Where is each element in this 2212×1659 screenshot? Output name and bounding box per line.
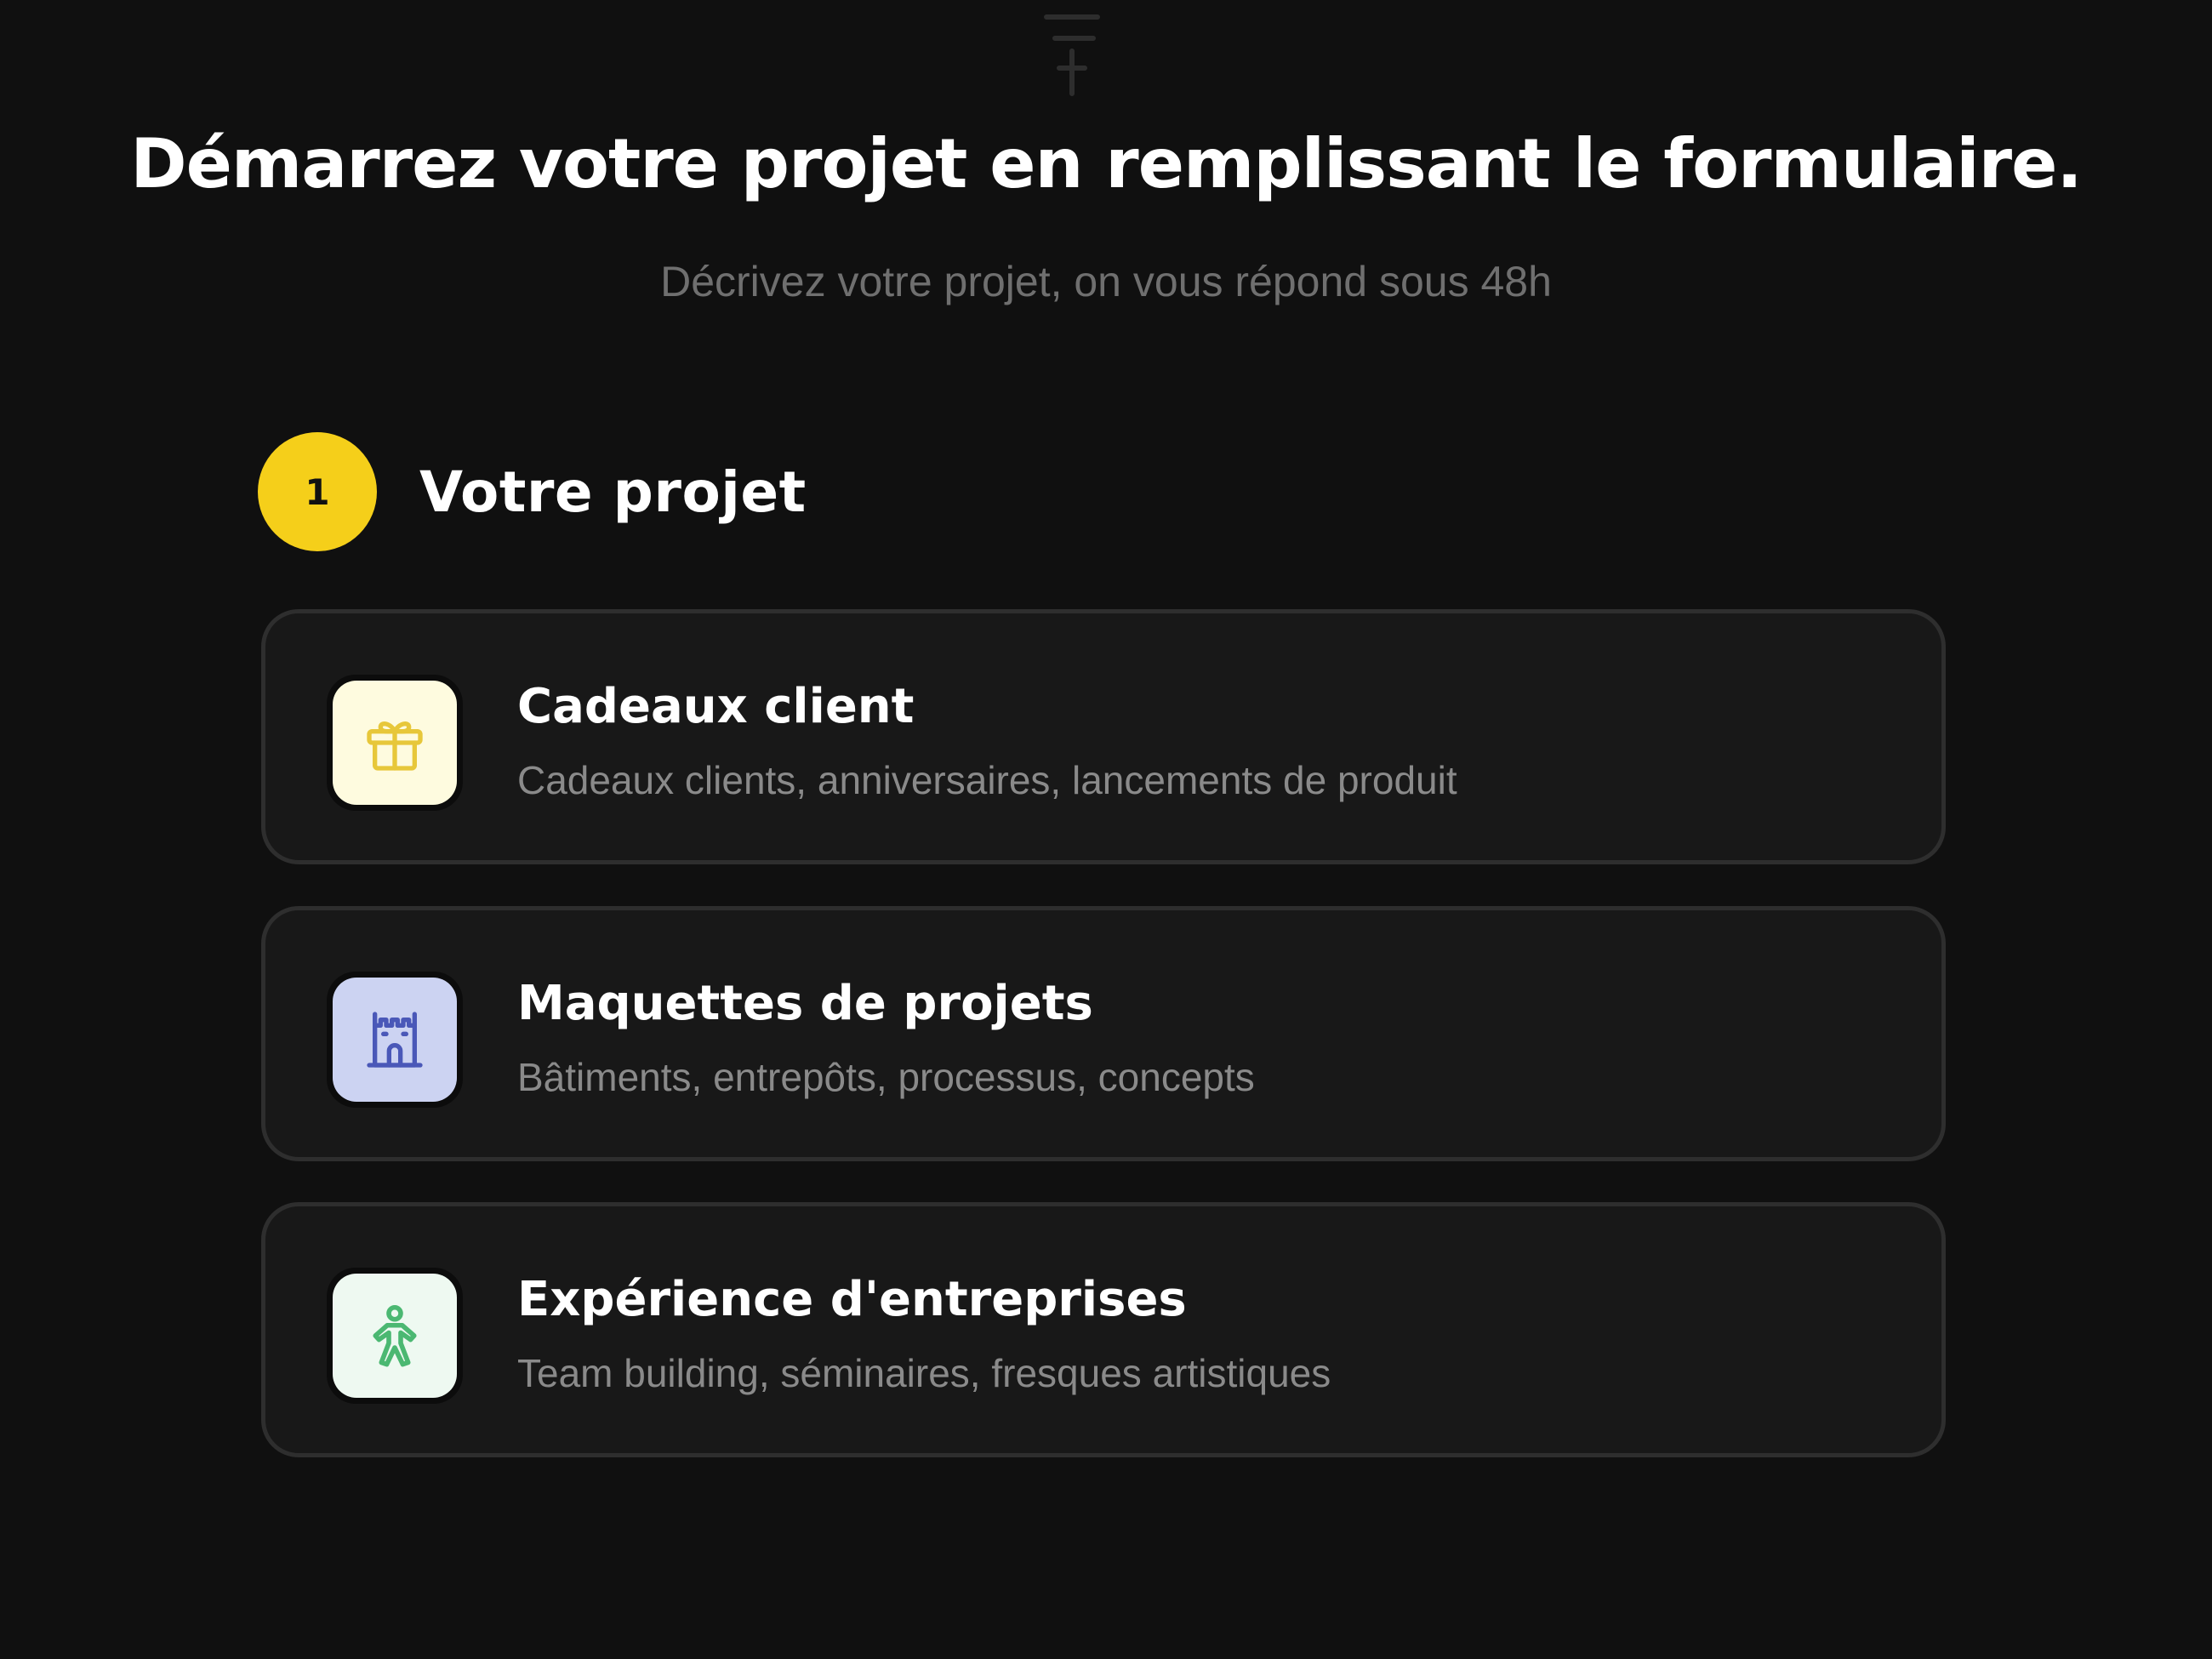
page: Démarrez votre projet en remplissant le … — [0, 0, 2212, 1659]
gift-icon — [367, 721, 423, 771]
option-title: Cadeaux client — [517, 679, 915, 734]
option-description: Cadeaux clients, anniversaires, lancemen… — [517, 758, 1457, 802]
option-icon-frame — [327, 1268, 463, 1404]
step-number: 1 — [305, 470, 330, 513]
option-title: Maquettes de projets — [517, 976, 1093, 1031]
option-description: Team building, séminaires, fresques arti… — [517, 1351, 1331, 1395]
option-icon-frame — [327, 972, 463, 1108]
option-icon-tile — [333, 978, 457, 1102]
page-subtitle: Décrivez votre projet, on vous répond so… — [660, 258, 1552, 305]
option-card-cadeaux-client[interactable]: Cadeaux client Cadeaux clients, annivers… — [261, 609, 1946, 864]
person-icon — [373, 1304, 417, 1367]
option-title: Expérience d'entreprises — [517, 1272, 1187, 1327]
option-description: Bâtiments, entrepôts, processus, concept… — [517, 1055, 1255, 1099]
castle-icon — [367, 1012, 423, 1068]
option-icon-tile — [333, 1274, 457, 1398]
step-title: Votre projet — [419, 459, 807, 525]
option-icon-tile — [333, 681, 457, 805]
option-icon-frame — [327, 675, 463, 811]
step-number-badge: 1 — [258, 432, 377, 551]
option-card-experience-entreprises[interactable]: Expérience d'entreprises Team building, … — [261, 1202, 1946, 1457]
logo-icon — [1044, 14, 1100, 96]
page-title: Démarrez votre projet en remplissant le … — [130, 124, 2082, 203]
step-header: 1 Votre projet — [258, 432, 807, 551]
option-card-maquettes-de-projets[interactable]: Maquettes de projets Bâtiments, entrepôt… — [261, 906, 1946, 1161]
